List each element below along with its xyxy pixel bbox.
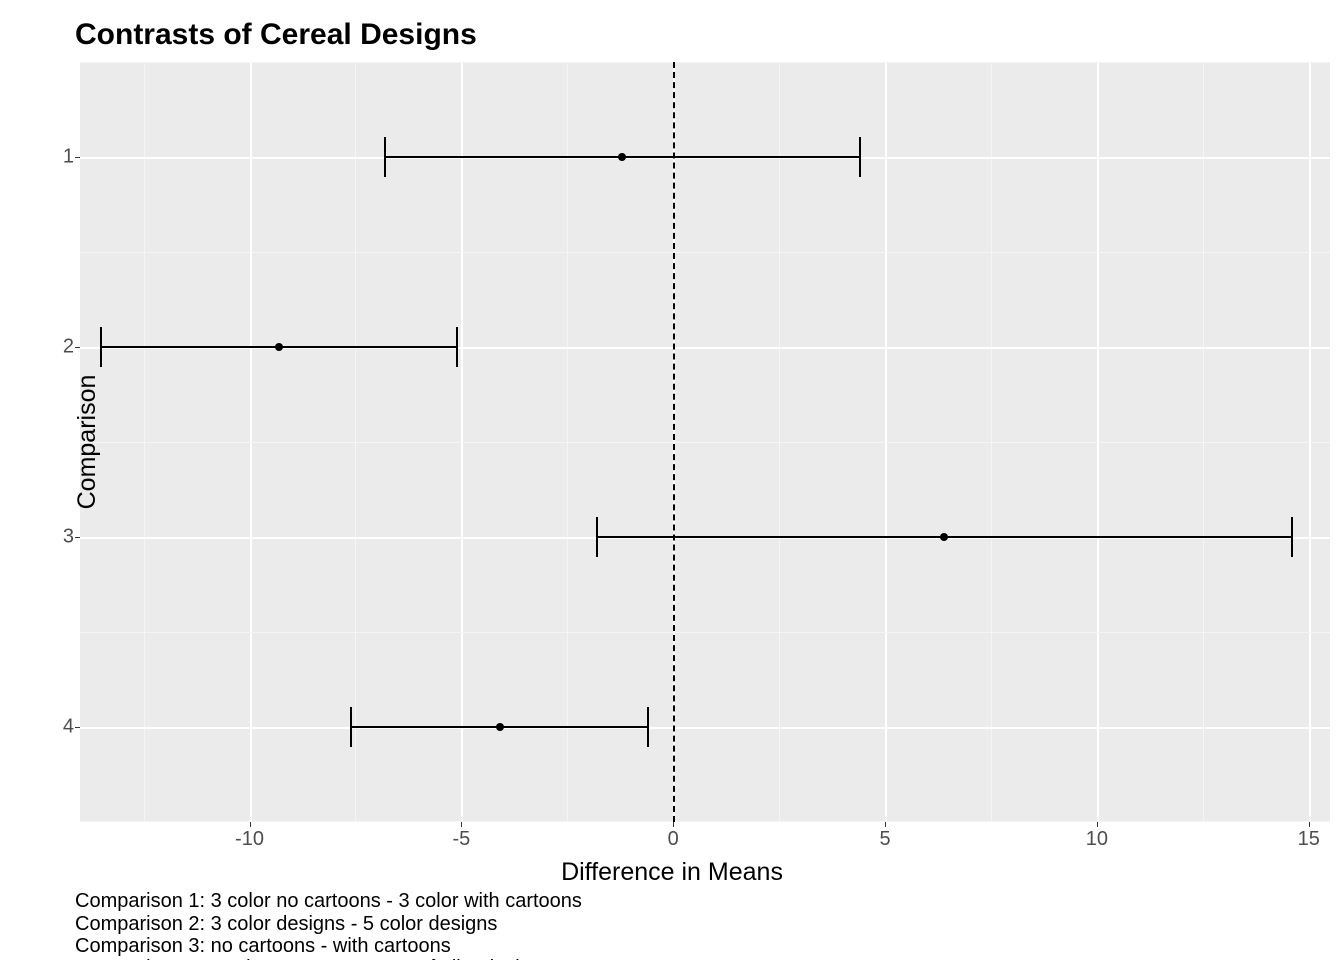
errorbar-cap — [1291, 517, 1293, 557]
grid-minor-h — [80, 62, 1330, 63]
y-tick-mark — [75, 157, 80, 158]
errorbar-cap — [859, 137, 861, 177]
x-tick-label: 15 — [1298, 828, 1320, 851]
x-tick-mark — [250, 822, 251, 827]
point-2 — [275, 343, 283, 351]
point-3 — [940, 533, 948, 541]
zero-reference-line — [673, 62, 675, 822]
caption-line: Comparison 3: no cartoons - with cartoon… — [75, 935, 451, 958]
caption-line: Comparison 1: 3 color no cartoons - 3 co… — [75, 890, 582, 913]
x-tick-mark — [885, 822, 886, 827]
y-tick-mark — [75, 347, 80, 348]
chart-title: Contrasts of Cereal Designs — [75, 18, 477, 52]
x-tick-mark — [1097, 822, 1098, 827]
point-1 — [618, 153, 626, 161]
plot-panel — [80, 62, 1330, 822]
errorbar-cap — [384, 137, 386, 177]
y-axis-title: Comparison — [73, 375, 102, 510]
grid-minor-h — [80, 632, 1330, 633]
caption-line: Comparison 2: 3 color designs - 5 color … — [75, 913, 497, 936]
x-tick-mark — [1309, 822, 1310, 827]
grid-minor-h — [80, 821, 1330, 822]
point-4 — [496, 723, 504, 731]
x-tick-label: -5 — [452, 828, 470, 851]
y-tick-label: 3 — [50, 526, 74, 549]
grid-minor-h — [80, 252, 1330, 253]
y-tick-mark — [75, 537, 80, 538]
y-tick-label: 1 — [50, 146, 74, 169]
grid-minor-h — [80, 442, 1330, 443]
x-tick-mark — [673, 822, 674, 827]
x-tick-label: 10 — [1086, 828, 1108, 851]
x-tick-label: 0 — [668, 828, 679, 851]
errorbar-cap — [100, 327, 102, 367]
errorbar-cap — [596, 517, 598, 557]
x-tick-label: 5 — [880, 828, 891, 851]
grid-major-h — [80, 727, 1330, 729]
errorbar-cap — [456, 327, 458, 367]
x-tick-mark — [461, 822, 462, 827]
chart-container: Contrasts of Cereal Designs — [0, 0, 1344, 960]
y-tick-label: 4 — [50, 716, 74, 739]
errorbar-cap — [647, 707, 649, 747]
y-tick-label: 2 — [50, 336, 74, 359]
x-axis-title: Difference in Means — [561, 858, 783, 887]
x-tick-label: -10 — [235, 828, 264, 851]
y-tick-mark — [75, 727, 80, 728]
errorbar-cap — [350, 707, 352, 747]
